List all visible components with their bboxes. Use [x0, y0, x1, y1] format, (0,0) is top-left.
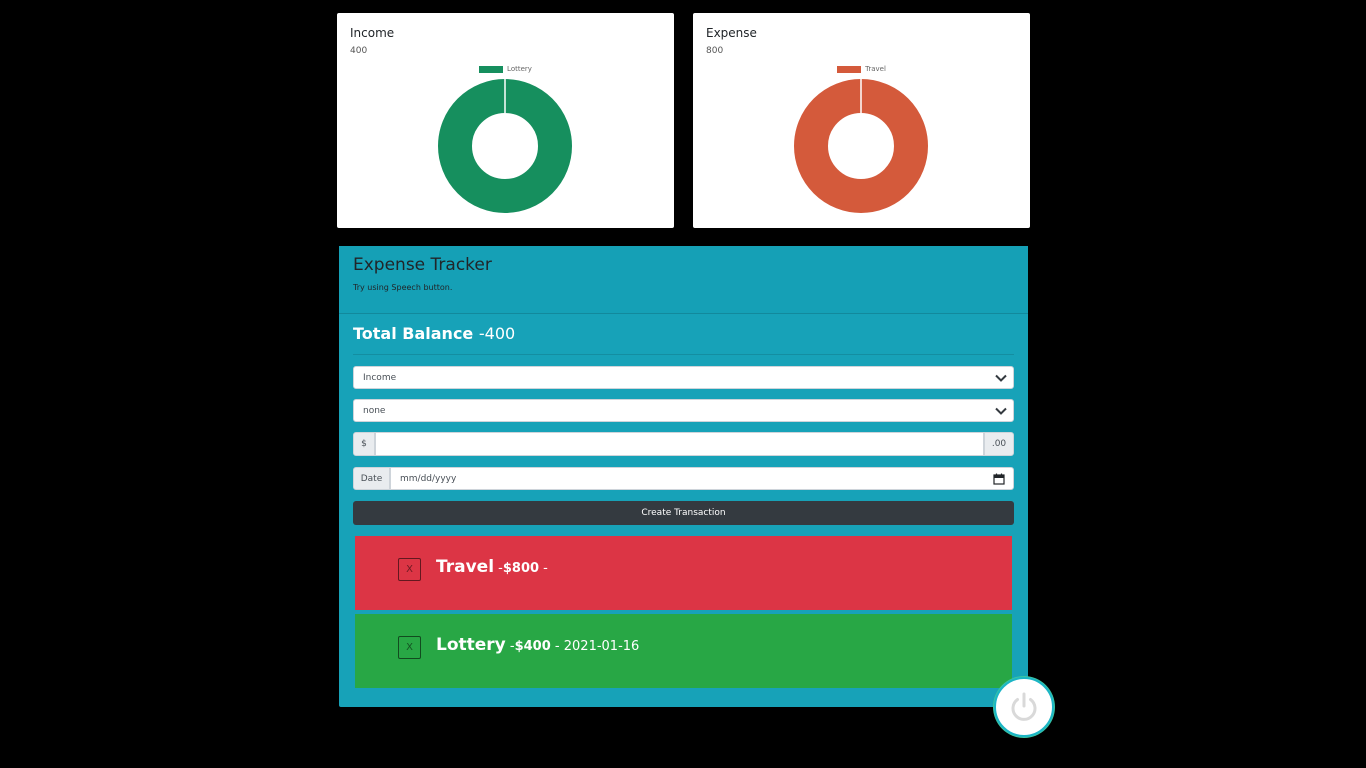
category-select[interactable]: none [353, 399, 1014, 422]
expense-card-amount: 800 [706, 46, 724, 56]
amount-input-group: $ .00 [353, 432, 1014, 456]
expense-legend-label: Travel [865, 65, 886, 73]
date-placeholder: mm/dd/yyyy [400, 474, 457, 484]
transaction-item: X Travel -$800 - [355, 536, 1012, 610]
transaction-text: Travel -$800 - [436, 557, 548, 577]
expense-legend-swatch [837, 65, 862, 73]
power-icon [1011, 692, 1037, 721]
transaction-separator: - [550, 639, 564, 654]
app-root: Income 400 Lottery Expense 800 Travel Ex… [0, 0, 1366, 768]
amount-input[interactable] [375, 432, 984, 456]
income-donut-chart [438, 79, 572, 213]
expense-card-title: Expense [706, 26, 757, 40]
type-select-value: Income [363, 373, 397, 383]
calendar-icon[interactable] [993, 473, 1005, 485]
tracker-header: Expense Tracker Try using Speech button. [339, 246, 1028, 314]
balance-value: -400 [478, 324, 516, 343]
income-legend-label: Lottery [507, 65, 532, 73]
speech-button[interactable] [994, 677, 1054, 737]
transaction-date: 2021-01-16 [563, 639, 640, 654]
chevron-down-icon [995, 374, 1007, 382]
create-transaction-button[interactable]: Create Transaction [353, 501, 1014, 525]
transaction-separator: - [505, 639, 515, 654]
delete-transaction-button[interactable]: X [398, 558, 421, 581]
currency-prefix: $ [353, 432, 375, 456]
delete-transaction-button[interactable]: X [398, 636, 421, 659]
tracker-subtitle: Try using Speech button. [353, 283, 453, 292]
chevron-down-icon [995, 407, 1007, 415]
category-select-value: none [363, 406, 386, 416]
expense-legend[interactable]: Travel [693, 65, 1030, 73]
income-legend[interactable]: Lottery [337, 65, 674, 73]
income-card-title: Income [350, 26, 395, 40]
income-card-amount: 400 [350, 46, 368, 56]
transaction-separator: - [494, 561, 503, 576]
date-label: Date [353, 467, 390, 490]
expense-chart-card: Expense 800 Travel [693, 13, 1030, 228]
expense-donut-chart [794, 79, 928, 213]
expense-tracker-panel: Expense Tracker Try using Speech button.… [339, 246, 1028, 707]
date-input[interactable]: mm/dd/yyyy [390, 467, 1014, 490]
transaction-name: Lottery [436, 635, 506, 655]
currency-suffix: .00 [984, 432, 1014, 456]
date-input-group: Date mm/dd/yyyy [353, 467, 1014, 490]
balance-label: Total Balance [353, 324, 474, 343]
transaction-separator: - [539, 561, 548, 576]
transaction-item: X Lottery -$400 - 2021-01-16 [355, 614, 1012, 688]
transaction-text: Lottery -$400 - 2021-01-16 [436, 635, 639, 655]
type-select[interactable]: Income [353, 366, 1014, 389]
transaction-amount: $400 [514, 639, 551, 654]
total-balance: Total Balance -400 [353, 324, 515, 343]
transaction-amount: $800 [502, 561, 540, 576]
income-legend-swatch [479, 65, 504, 73]
tracker-title: Expense Tracker [353, 255, 492, 275]
balance-divider [353, 354, 1014, 355]
transaction-name: Travel [436, 557, 495, 577]
income-chart-card: Income 400 Lottery [337, 13, 674, 228]
